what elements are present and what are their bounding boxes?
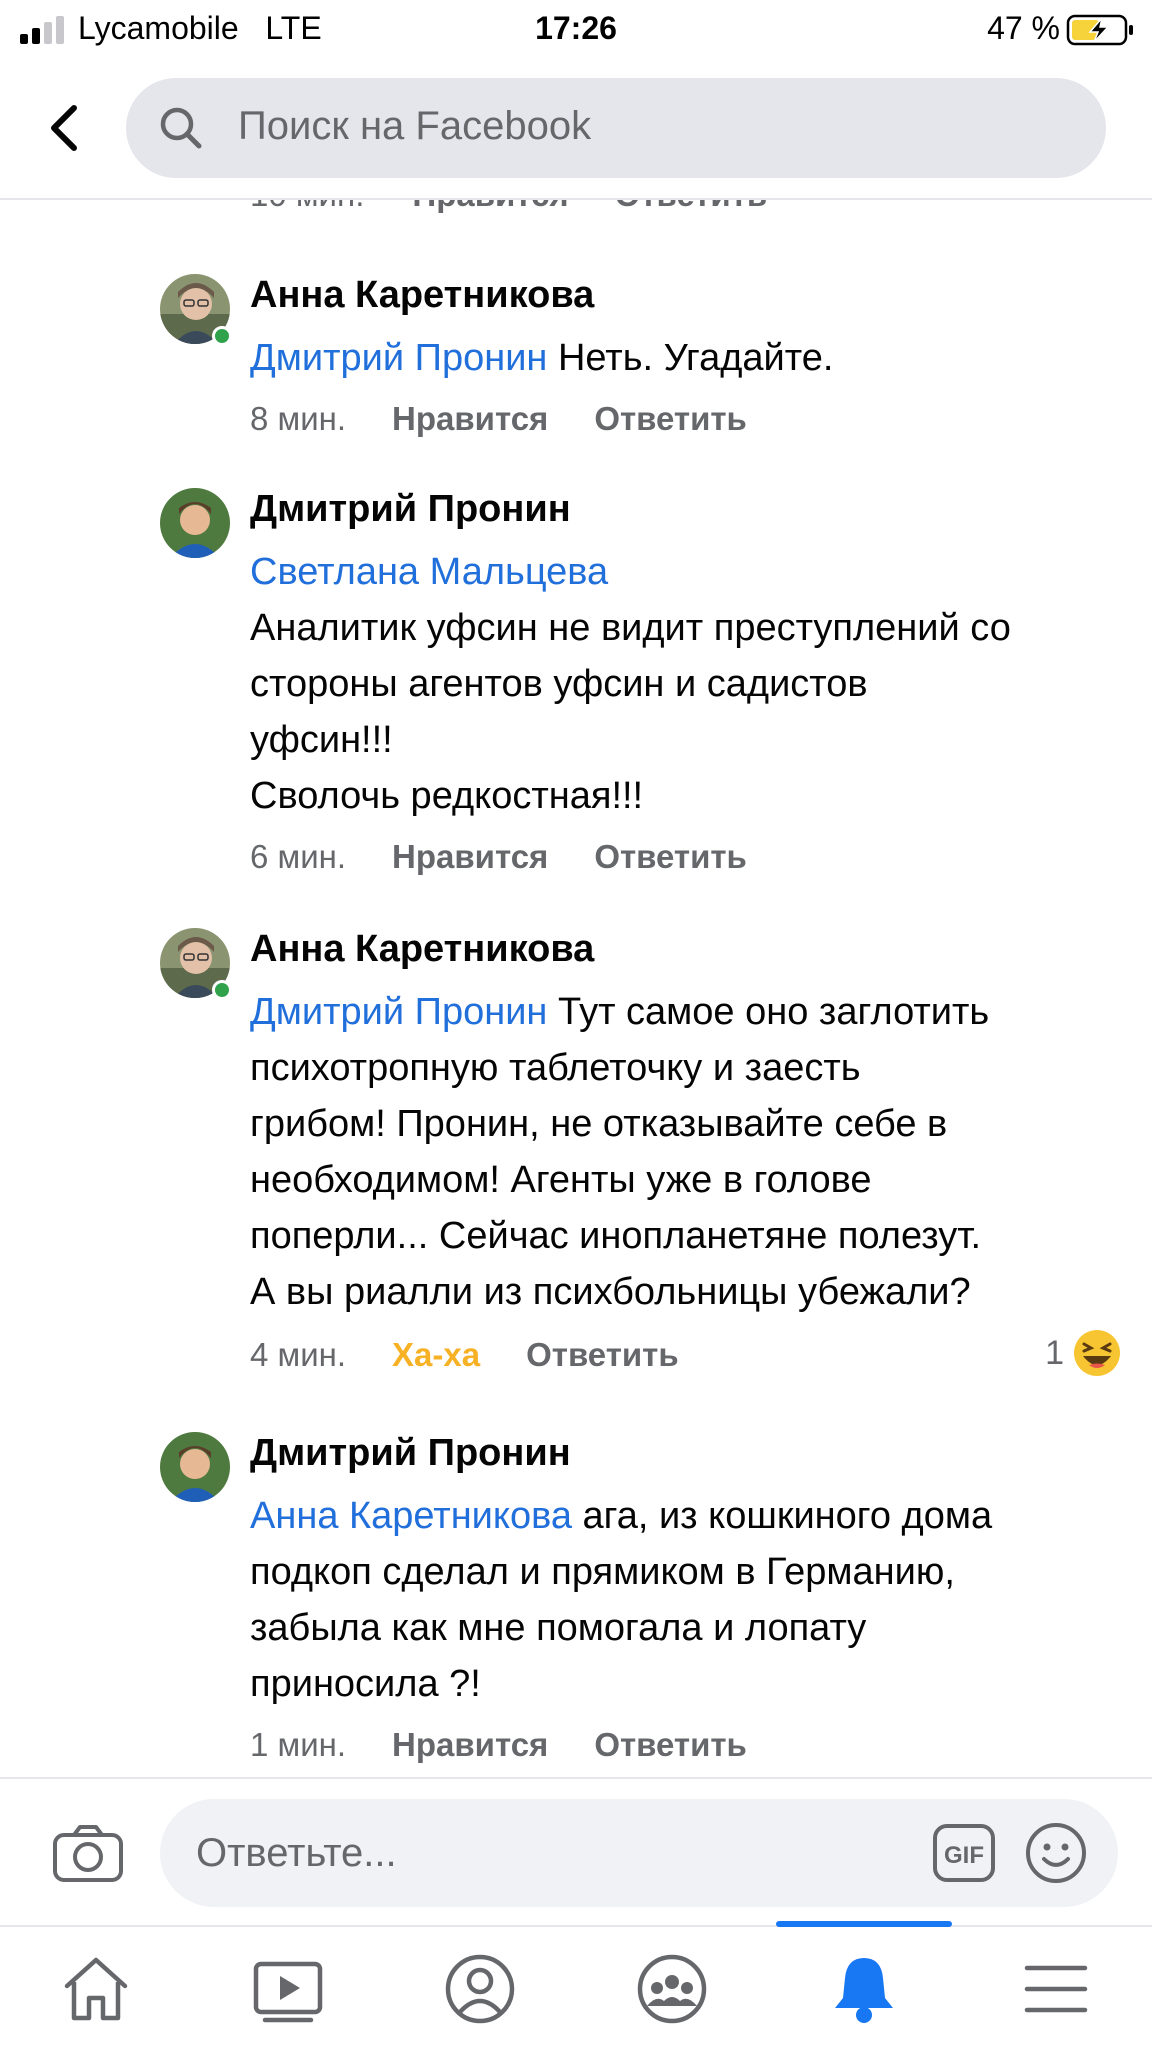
comment-time: 6 мин. — [250, 838, 347, 875]
online-status-indicator — [212, 980, 232, 1000]
reaction-count: 1 — [1045, 1333, 1064, 1372]
comment-text-line: грибом! Пронин, не отказывайте себе в — [250, 1103, 948, 1145]
like-button[interactable]: Нравится — [392, 400, 548, 438]
comment-text-line: Сволочь редкостная!!! — [250, 775, 644, 817]
comment-text-line: ага, из кошкиного дома — [582, 1495, 993, 1537]
comment-text-line: психотропную таблеточку и заесть — [250, 1047, 861, 1089]
tab-menu[interactable] — [960, 1927, 1152, 2048]
comment-text-line: поперли... Сейчас инопланетяне полезут. — [250, 1215, 982, 1257]
menu-icon — [1024, 1965, 1088, 2012]
battery-charging-icon — [1066, 14, 1133, 46]
comment-time: 8 мин. — [250, 400, 347, 437]
laughing-emoji-icon — [1074, 1330, 1120, 1376]
comment-text: Анна Каретникова ага, из кошкиного дома … — [250, 1488, 1130, 1712]
online-status-indicator — [212, 326, 232, 346]
tab-profile[interactable] — [384, 1927, 576, 2048]
reply-button[interactable]: Ответить — [526, 1336, 679, 1374]
comment-author[interactable]: Анна Каретникова — [250, 274, 594, 317]
reply-button[interactable]: Ответить — [594, 400, 747, 438]
top-header: Поиск на Facebook — [0, 62, 1152, 200]
camera-icon[interactable] — [52, 1823, 124, 1883]
groups-icon — [637, 1954, 707, 2023]
reply-composer: Ответьте... GIF — [0, 1777, 1152, 1925]
reply-button[interactable]: Ответить — [594, 838, 747, 876]
comment-time: 1 мин. — [250, 1726, 347, 1763]
avatar[interactable] — [160, 274, 232, 346]
reply-button[interactable]: Ответить — [594, 1726, 747, 1764]
comment-text-line: Тут самое оно заглотить — [557, 991, 990, 1033]
comment-text-line: А вы риалли из психбольницы убежали? — [250, 1271, 971, 1313]
comment-text: Дмитрий Пронин Неть. Угадайте. — [250, 330, 1130, 386]
avatar[interactable] — [160, 1432, 230, 1502]
search-placeholder: Поиск на Facebook — [238, 104, 592, 148]
comment-author[interactable]: Дмитрий Пронин — [250, 488, 571, 531]
tab-groups[interactable] — [576, 1927, 768, 2048]
comment-author[interactable]: Анна Каретникова — [250, 928, 594, 971]
search-input[interactable]: Поиск на Facebook — [126, 78, 1106, 178]
comment-item: Дмитрий Пронин Анна Каретникова ага, из … — [0, 1432, 1152, 1772]
tab-home[interactable] — [0, 1927, 192, 2048]
comment-text-line: забыла как мне помогала и лопату — [250, 1607, 867, 1649]
reply-button[interactable]: Ответить — [615, 200, 768, 214]
avatar-photo-dmitry — [160, 488, 230, 558]
comment-text-line: приносила ?! — [250, 1663, 481, 1705]
comment-text-line: Аналитик уфсин не видит преступлений со — [250, 607, 1011, 649]
reply-placeholder: Ответьте... — [196, 1831, 397, 1875]
like-button[interactable]: Нравится — [392, 1726, 548, 1764]
reaction-summary[interactable]: 1 — [1045, 1328, 1122, 1378]
comment-text-line: Неть. Угадайте. — [557, 337, 834, 379]
gif-label: GIF — [944, 1842, 984, 1869]
comment-text-line: подкоп сделал и прямиком в Германию, — [250, 1551, 955, 1593]
video-icon — [253, 1961, 323, 2022]
battery-percent: 47 % — [987, 10, 1060, 46]
mention-link[interactable]: Дмитрий Пронин — [250, 991, 547, 1033]
avatar-photo-dmitry — [160, 1432, 230, 1502]
comment-text-line: стороны агентов уфсин и садистов — [250, 663, 868, 705]
gif-icon[interactable]: GIF — [932, 1823, 996, 1883]
comment-meta-row: 4 мин. Ха-ха Ответить — [250, 1336, 679, 1374]
comment-meta-row: 1 мин. Нравится Ответить — [250, 1726, 747, 1764]
comment-author[interactable]: Дмитрий Пронин — [250, 1432, 571, 1475]
comment-text: Дмитрий Пронин Тут самое оно заглотить п… — [250, 984, 1130, 1320]
comment-meta-row: 8 мин. Нравится Ответить — [250, 400, 747, 438]
reply-input[interactable]: Ответьте... GIF — [160, 1799, 1118, 1907]
status-bar: Lycamobile LTE 17:26 47 % — [0, 0, 1152, 62]
comment-item: Анна Каретникова Дмитрий Пронин Тут само… — [0, 928, 1152, 1402]
bottom-tab-bar — [0, 1921, 1152, 2048]
comment-item: Дмитрий Пронин Светлана Мальцева Аналити… — [0, 488, 1152, 888]
like-button[interactable]: Нравится — [412, 200, 568, 214]
like-button[interactable]: Нравится — [392, 838, 548, 876]
comment-item: Анна Каретникова Дмитрий Пронин Неть. Уг… — [0, 274, 1152, 454]
mention-link[interactable]: Анна Каретникова — [250, 1495, 572, 1537]
comment-text-line: необходимом! Агенты уже в голове — [250, 1159, 872, 1201]
status-time: 17:26 — [535, 10, 617, 46]
back-arrow-icon[interactable] — [40, 98, 90, 158]
comment-meta-row-partial: 10 мин. Нравится Ответить — [250, 200, 767, 214]
mention-link[interactable]: Дмитрий Пронин — [250, 337, 547, 379]
comments-list: 10 мин. Нравится Ответить Анна Каретникова — [0, 200, 1152, 1777]
search-icon — [160, 107, 202, 149]
comment-time: 4 мин. — [250, 1336, 347, 1373]
mention-link[interactable]: Светлана Мальцева — [250, 551, 608, 593]
tab-notifications[interactable] — [768, 1927, 960, 2048]
home-icon — [64, 1957, 128, 2020]
avatar[interactable] — [160, 488, 230, 558]
haha-reaction-button[interactable]: Ха-ха — [392, 1336, 480, 1374]
comment-meta-row: 6 мин. Нравится Ответить — [250, 838, 747, 876]
tab-video[interactable] — [192, 1927, 384, 2048]
comment-time: 10 мин. — [250, 200, 364, 214]
profile-icon — [445, 1954, 515, 2023]
notifications-icon — [835, 1957, 893, 2023]
comment-text-line: уфсин!!! — [250, 719, 393, 761]
emoji-icon[interactable] — [1024, 1821, 1088, 1885]
comment-text: Светлана Мальцева Аналитик уфсин не види… — [250, 544, 1130, 824]
avatar[interactable] — [160, 928, 232, 1000]
